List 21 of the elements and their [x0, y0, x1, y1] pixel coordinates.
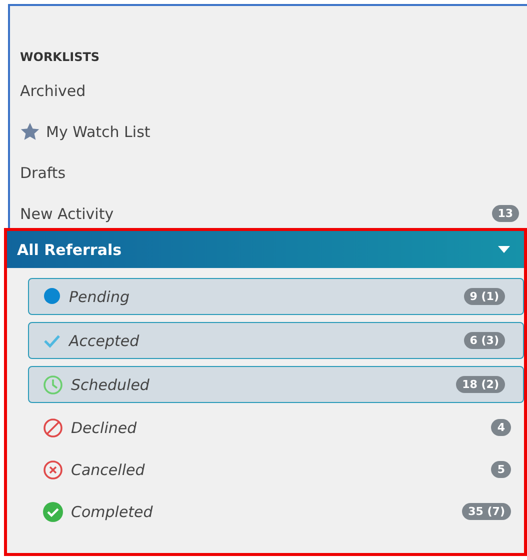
- clock-icon: [43, 374, 63, 394]
- filter-item[interactable]: Pending 9 (1): [28, 278, 524, 315]
- filter-item[interactable]: Completed 35 (7): [28, 494, 524, 529]
- prohibited-icon: [43, 418, 63, 438]
- worklist-item[interactable]: New Activity: [20, 204, 486, 222]
- dot-icon: [43, 288, 61, 306]
- filter-item[interactable]: Cancelled 5: [28, 452, 524, 487]
- count-badge: 13: [492, 205, 519, 222]
- star-icon: [20, 122, 40, 141]
- check-icon: [43, 334, 61, 348]
- section-heading: WORKLISTS: [20, 49, 101, 66]
- filter-item[interactable]: Scheduled 18 (2): [28, 366, 524, 403]
- worklist-item[interactable]: Drafts: [20, 164, 519, 182]
- cancel-icon: [43, 460, 63, 480]
- worklist-item[interactable]: My Watch List: [46, 122, 519, 140]
- worklist-item[interactable]: Archived: [20, 82, 519, 100]
- filter-item[interactable]: Accepted 6 (3): [28, 322, 524, 359]
- section-header[interactable]: All Referrals: [7, 231, 524, 268]
- filter-item[interactable]: Declined 4: [28, 410, 524, 445]
- caret-icon: [498, 246, 510, 253]
- check-circle-icon: [43, 502, 63, 522]
